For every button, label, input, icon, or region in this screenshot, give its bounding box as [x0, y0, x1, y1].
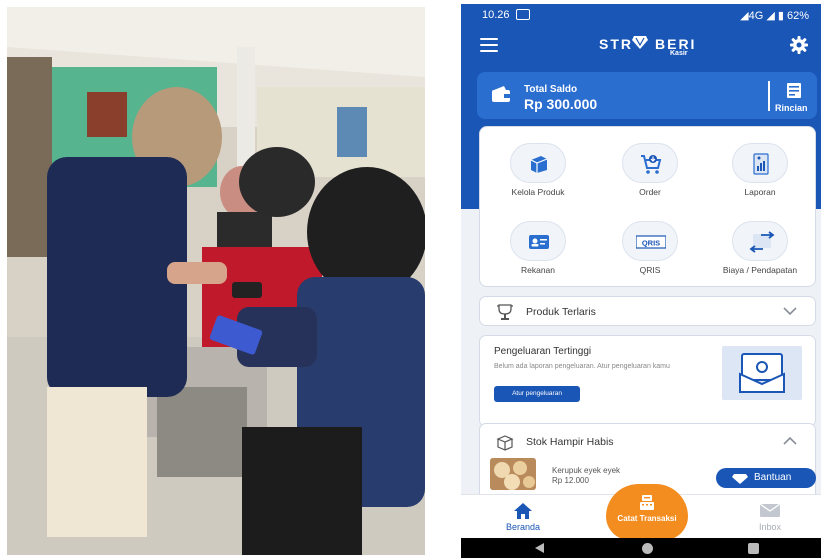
cash-register-icon: [640, 495, 654, 510]
mail-icon: [759, 503, 781, 517]
menu-label: Kelola Produk: [511, 187, 565, 197]
photo: [7, 7, 425, 555]
rincian-button[interactable]: Rincian: [771, 80, 817, 114]
menu-order[interactable]: Order: [592, 135, 702, 205]
nav-beranda[interactable]: Beranda: [497, 499, 549, 535]
menu-laporan[interactable]: Laporan: [702, 135, 812, 205]
contact-card-icon: [529, 235, 549, 249]
receipt-icon: [787, 83, 801, 98]
envelope-money-icon: [739, 353, 785, 393]
menu-label: Biaya / Pendapatan: [722, 265, 798, 275]
app-bar: STR BERI Kasir: [461, 28, 821, 64]
catat-transaksi-label: Catat Transaksi: [617, 514, 677, 523]
status-indicators: ◢4G ◢ ▮ 62%: [740, 10, 809, 22]
recent-apps-icon[interactable]: [748, 543, 759, 554]
saldo-value: Rp 300.000: [524, 96, 598, 112]
photo-illustration: [7, 7, 425, 555]
menu-label: QRIS: [639, 265, 661, 275]
home-circle-icon[interactable]: [642, 543, 653, 554]
stok-item-price: Rp 12.000: [552, 476, 589, 485]
trophy-icon: [497, 304, 513, 320]
total-saldo-card: Total Saldo Rp 300.000 Rincian: [477, 72, 817, 119]
catat-transaksi-button[interactable]: Catat Transaksi: [606, 484, 688, 540]
chevron-up-icon[interactable]: [783, 436, 797, 445]
report-icon: [753, 153, 769, 175]
menu-kelola-produk[interactable]: Kelola Produk: [480, 135, 590, 205]
phone-screen: 10.26 ◢4G ◢ ▮ 62% STR BERI Kasir Total S…: [461, 4, 821, 558]
menu-label: Order: [639, 187, 661, 197]
menu-label: Laporan: [744, 187, 776, 197]
menu-qris[interactable]: QRIS QRIS: [592, 213, 702, 283]
status-bar: 10.26 ◢4G ◢ ▮ 62%: [461, 4, 821, 26]
rincian-label: Rincian: [775, 103, 808, 113]
money-envelope-illustration: [722, 346, 802, 400]
brand-subtitle: Kasir: [670, 50, 688, 57]
diamond-icon: [732, 474, 748, 484]
qris-badge-text: QRIS: [642, 239, 660, 248]
product-thumbnail: [490, 458, 536, 490]
pengeluaran-title: Pengeluaran Tertinggi: [494, 346, 592, 357]
exchange-icon: [749, 231, 775, 253]
bantuan-label: Bantuan: [754, 472, 792, 483]
menu-grid: Kelola Produk Order Laporan Rekanan QRIS…: [479, 126, 816, 287]
hamburger-menu-icon[interactable]: [480, 38, 498, 52]
produk-terlaris-card[interactable]: Produk Terlaris: [479, 296, 816, 326]
brand-logo: STR BERI Kasir: [594, 32, 704, 64]
saldo-divider: [768, 81, 770, 111]
produk-terlaris-title: Produk Terlaris: [526, 306, 596, 318]
menu-rekanan[interactable]: Rekanan: [480, 213, 590, 283]
menu-biaya-pendapatan[interactable]: Biaya / Pendapatan: [702, 213, 812, 283]
strawberry-gem-icon: [632, 36, 648, 49]
screenshot: 10.26 ◢4G ◢ ▮ 62% STR BERI Kasir Total S…: [0, 0, 822, 558]
bantuan-button[interactable]: Bantuan: [716, 468, 816, 488]
menu-label: Rekanan: [520, 265, 556, 275]
nav-inbox[interactable]: Inbox: [747, 499, 793, 535]
boxes-icon: [496, 435, 514, 451]
pengeluaran-card: Pengeluaran Tertinggi Belum ada laporan …: [479, 335, 816, 427]
home-icon: [514, 503, 532, 519]
cart-icon: [641, 155, 662, 174]
qris-icon: QRIS: [636, 235, 666, 249]
system-navigation-bar: [461, 538, 821, 558]
box-icon: [530, 156, 548, 173]
back-icon[interactable]: [535, 543, 544, 553]
nav-inbox-label: Inbox: [758, 522, 782, 532]
message-icon: [516, 9, 530, 20]
chevron-down-icon[interactable]: [783, 307, 797, 316]
pengeluaran-description: Belum ada laporan pengeluaran. Atur peng…: [494, 363, 670, 370]
status-time: 10.26: [482, 9, 510, 21]
gear-icon[interactable]: [790, 36, 808, 54]
stok-title: Stok Hampir Habis: [526, 436, 614, 448]
wallet-icon: [492, 86, 510, 102]
atur-pengeluaran-button[interactable]: Atur pengeluaran: [494, 386, 580, 402]
nav-beranda-label: Beranda: [505, 522, 541, 532]
stok-item-name: Kerupuk eyek eyek: [552, 466, 621, 475]
saldo-label: Total Saldo: [524, 84, 578, 95]
